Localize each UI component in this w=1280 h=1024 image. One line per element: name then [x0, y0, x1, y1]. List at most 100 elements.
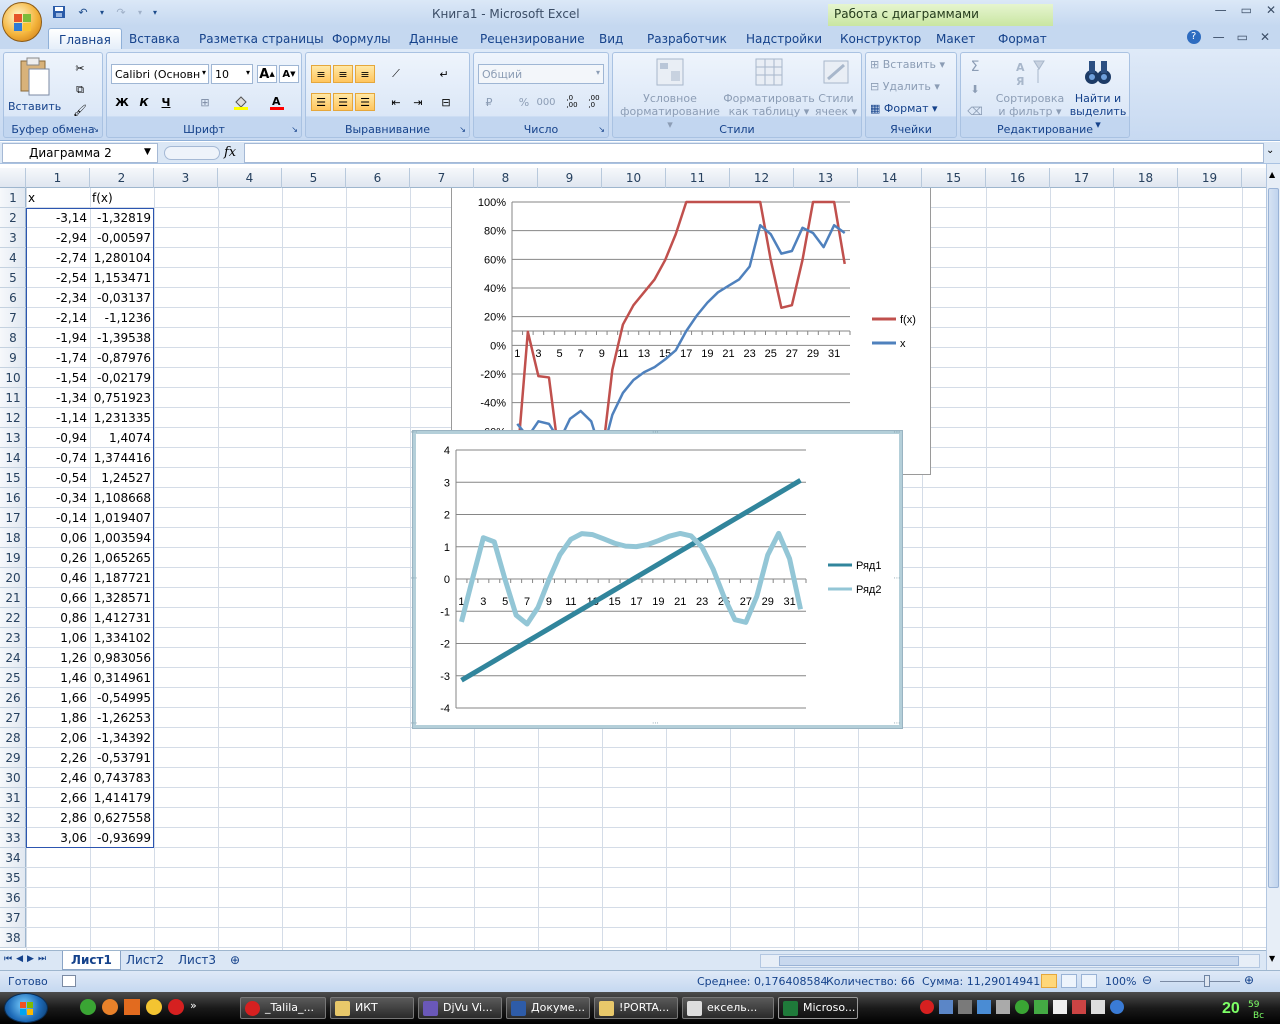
chart-series[interactable]: 4 3 2 1 0 -1 -2 -3 -4 1 3 5 7 9 11 13 15 17 19 21 23 25 27 29 31… [411, 429, 902, 728]
tray-utorrent-icon[interactable] [1015, 1000, 1029, 1014]
opera-icon[interactable] [168, 999, 184, 1015]
cell[interactable]: 1,003594 [90, 528, 154, 548]
cell[interactable]: -1,74 [26, 348, 90, 368]
cell[interactable]: 0,26 [26, 548, 90, 568]
column-header[interactable]: 10 [602, 168, 666, 188]
tab-format[interactable]: Формат [998, 30, 1047, 50]
cell[interactable]: 0,983056 [90, 648, 154, 668]
cell[interactable]: -0,74 [26, 448, 90, 468]
column-header[interactable]: 14 [858, 168, 922, 188]
row-header[interactable]: 25 [0, 668, 26, 688]
column-header[interactable]: 4 [218, 168, 282, 188]
save-icon[interactable] [50, 4, 68, 20]
cell[interactable]: -0,00597 [90, 228, 154, 248]
font-color-icon[interactable]: A [267, 93, 287, 111]
font-launcher-icon[interactable]: ↘ [291, 125, 298, 134]
row-header[interactable]: 22 [0, 608, 26, 628]
cell[interactable]: -2,94 [26, 228, 90, 248]
thousands-button[interactable]: 000 [536, 93, 556, 111]
cell[interactable]: -1,14 [26, 408, 90, 428]
orientation-icon[interactable]: ⟋ [386, 65, 406, 83]
currency-icon[interactable]: ₽ [479, 93, 499, 111]
row-header[interactable]: 34 [0, 848, 26, 868]
row-header[interactable]: 11 [0, 388, 26, 408]
cell[interactable]: -1,26253 [90, 708, 154, 728]
row-header[interactable]: 28 [0, 728, 26, 748]
cell[interactable]: -0,03137 [90, 288, 154, 308]
tray-app-icon[interactable] [958, 1000, 972, 1014]
macro-record-icon[interactable] [62, 975, 76, 987]
tray-opera-icon[interactable] [920, 1000, 934, 1014]
close-icon[interactable]: ✕ [1266, 3, 1276, 17]
row-header[interactable]: 17 [0, 508, 26, 528]
number-launcher-icon[interactable]: ↘ [598, 125, 605, 134]
row-header[interactable]: 37 [0, 908, 26, 928]
row-header[interactable]: 20 [0, 568, 26, 588]
row-header[interactable]: 9 [0, 348, 26, 368]
tab-addins[interactable]: Надстройки [746, 30, 822, 50]
zoom-slider[interactable] [1160, 981, 1240, 982]
cell[interactable]: 2,26 [26, 748, 90, 768]
cell[interactable]: 1,46 [26, 668, 90, 688]
paste-button[interactable]: Вставить [8, 57, 61, 119]
cell[interactable]: 2,06 [26, 728, 90, 748]
name-box[interactable]: Диаграмма 2 [2, 143, 158, 163]
row-header[interactable]: 30 [0, 768, 26, 788]
zoom-in-icon[interactable]: ⊕ [1244, 973, 1254, 987]
worksheet-grid[interactable]: 1 2 3 4 5 6 7 8 9 10 11 12 13 14 15 16 17 18 19 1234567891… [0, 168, 1266, 950]
cell[interactable]: 1,019407 [90, 508, 154, 528]
cell[interactable]: -2,34 [26, 288, 90, 308]
utorrent-icon[interactable] [80, 999, 96, 1015]
office-button[interactable] [2, 2, 42, 42]
cell[interactable]: -1,32819 [90, 208, 154, 228]
cell[interactable]: -0,87976 [90, 348, 154, 368]
tab-data[interactable]: Данные [409, 30, 458, 50]
tab-formulas[interactable]: Формулы [332, 30, 391, 50]
page-break-view-icon[interactable] [1081, 974, 1097, 988]
number-format-select[interactable]: Общий ▾ [478, 64, 604, 84]
cell[interactable]: -0,53791 [90, 748, 154, 768]
align-middle-icon[interactable]: ≡ [333, 65, 353, 83]
zoom-out-icon[interactable]: ⊖ [1142, 973, 1152, 987]
row-header[interactable]: 5 [0, 268, 26, 288]
vertical-scrollbar[interactable]: ▲ ▼ [1266, 164, 1280, 970]
wrap-text-icon[interactable]: ↵ [434, 65, 454, 83]
column-header[interactable]: 1 [26, 168, 90, 188]
cell[interactable]: 0,314961 [90, 668, 154, 688]
resize-handle[interactable]: ⋯ [651, 429, 661, 436]
clear-icon[interactable]: ⌫ [965, 102, 985, 120]
row-header[interactable]: 3 [0, 228, 26, 248]
format-cells-button[interactable]: ▦ Формат ▾ [870, 102, 938, 115]
shrink-font-icon[interactable]: A ▼ [279, 65, 299, 83]
taskbar-item-5[interactable]: !PORTA... [594, 997, 678, 1019]
column-header[interactable]: 15 [922, 168, 986, 188]
bold-button[interactable]: Ж [112, 93, 132, 111]
more-quicklaunch-icon[interactable]: » [190, 999, 197, 1015]
scroll-up-icon[interactable]: ▲ [1269, 170, 1275, 179]
format-painter-icon[interactable]: 🖌 [70, 101, 90, 119]
row-header[interactable]: 32 [0, 808, 26, 828]
cell[interactable]: 0,66 [26, 588, 90, 608]
delete-cells-button[interactable]: ⊟ Удалить ▾ [870, 80, 940, 93]
conditional-formatting-button[interactable]: Условное форматирование ▾ [617, 57, 723, 131]
cell[interactable]: 1,334102 [90, 628, 154, 648]
cell[interactable]: 1,231335 [90, 408, 154, 428]
resize-handle[interactable]: ⋯ [409, 720, 419, 727]
cell[interactable]: 1,06 [26, 628, 90, 648]
cell[interactable]: f(x) [90, 188, 154, 208]
cell[interactable]: 2,86 [26, 808, 90, 828]
underline-button[interactable]: Ч [156, 93, 176, 111]
cell[interactable]: -0,54995 [90, 688, 154, 708]
cell[interactable]: 0,46 [26, 568, 90, 588]
column-header[interactable]: 11 [666, 168, 730, 188]
row-header[interactable]: 33 [0, 828, 26, 848]
download-icon[interactable] [124, 999, 140, 1015]
cell[interactable]: 1,412731 [90, 608, 154, 628]
insert-function-button[interactable]: fx [224, 145, 236, 160]
row-header[interactable]: 1 [0, 188, 26, 208]
cell[interactable]: -0,93699 [90, 828, 154, 848]
taskbar-item-2[interactable]: ИКТ [330, 997, 414, 1019]
column-header[interactable]: 13 [794, 168, 858, 188]
messenger-icon[interactable] [146, 999, 162, 1015]
cell[interactable]: 1,108668 [90, 488, 154, 508]
